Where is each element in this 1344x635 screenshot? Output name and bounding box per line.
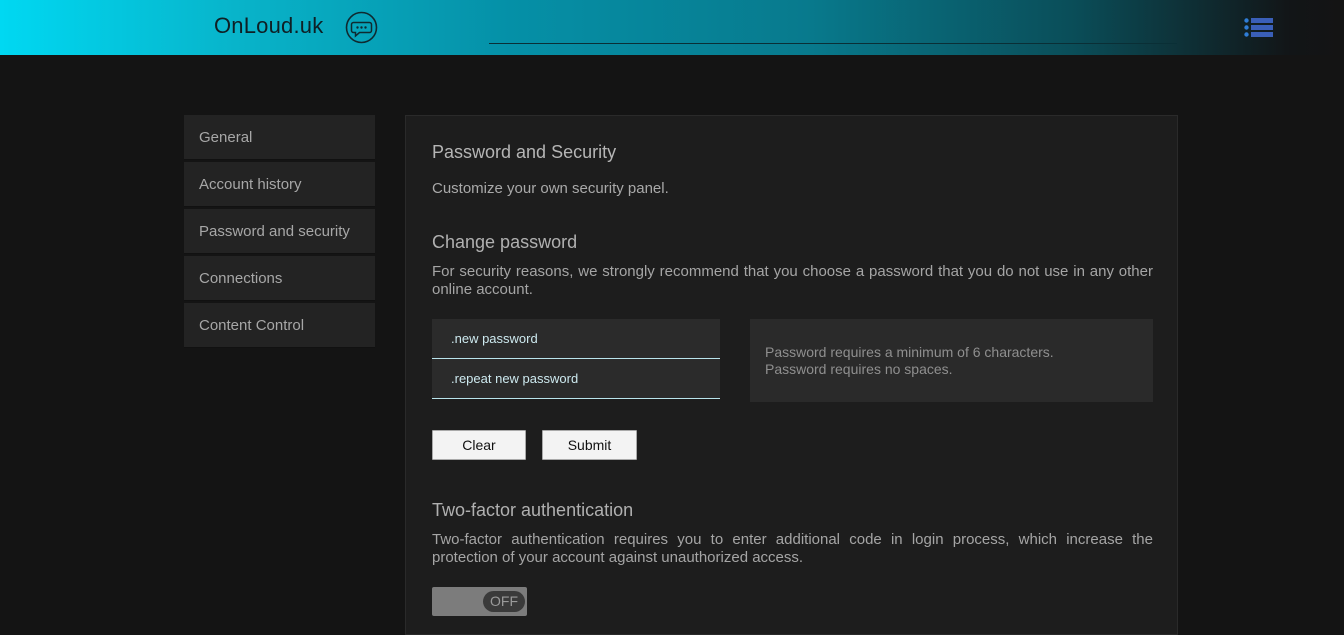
- security-panel: Password and Security Customize your own…: [405, 115, 1178, 635]
- sidebar-item-general[interactable]: General: [184, 115, 375, 160]
- clear-button[interactable]: Clear: [432, 430, 526, 460]
- two-factor-description: Two-factor authentication requires you t…: [432, 531, 1153, 566]
- chat-bubble-icon[interactable]: [345, 11, 378, 44]
- sidebar-item-connections[interactable]: Connections: [184, 256, 375, 301]
- two-factor-heading: Two-factor authentication: [432, 500, 634, 520]
- password-requirements-box: Password requires a minimum of 6 charact…: [750, 319, 1153, 402]
- page-title: Password and Security: [432, 142, 617, 162]
- top-header: OnLoud.uk: [0, 0, 1344, 55]
- site-logo-text[interactable]: OnLoud.uk: [214, 13, 323, 39]
- requirement-no-spaces: Password requires no spaces.: [765, 361, 953, 377]
- sidebar-item-account-history[interactable]: Account history: [184, 162, 375, 207]
- page-subtitle: Customize your own security panel.: [432, 180, 669, 197]
- sidebar-item-password-security[interactable]: Password and security: [184, 209, 375, 254]
- settings-sidebar: General Account history Password and sec…: [184, 115, 375, 350]
- header-divider: [489, 43, 1177, 44]
- submit-button[interactable]: Submit: [542, 430, 637, 460]
- change-password-description: For security reasons, we strongly recomm…: [432, 263, 1153, 298]
- requirement-min-length: Password requires a minimum of 6 charact…: [765, 344, 1054, 360]
- new-password-field[interactable]: [432, 319, 720, 359]
- sidebar-item-content-control[interactable]: Content Control: [184, 303, 375, 348]
- list-menu-icon[interactable]: [1244, 17, 1274, 38]
- two-factor-toggle[interactable]: OFF: [432, 587, 527, 616]
- change-password-heading: Change password: [432, 232, 578, 252]
- repeat-password-field[interactable]: [432, 359, 720, 399]
- toggle-state-label: OFF: [483, 591, 525, 612]
